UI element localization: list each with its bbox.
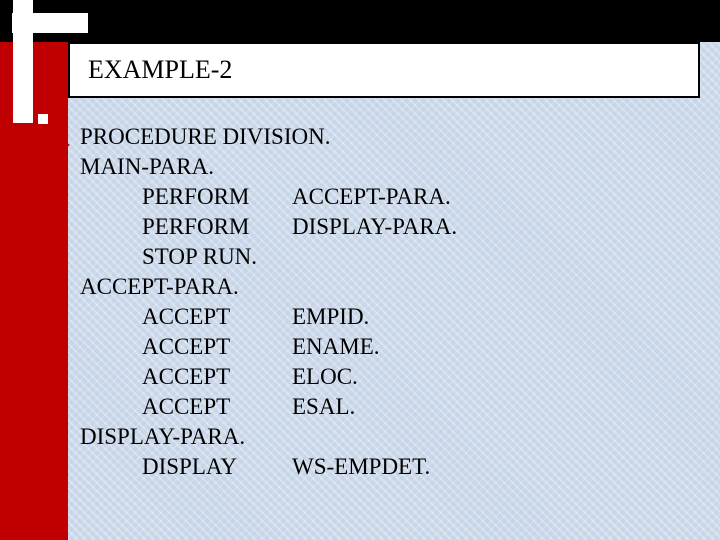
code-line: MAIN-PARA.	[80, 152, 214, 182]
code-arg: DISPLAY-PARA.	[292, 212, 457, 242]
code-arg: ACCEPT-PARA.	[292, 182, 451, 212]
code-arg: ESAL.	[292, 392, 355, 422]
code-arg: EMPID.	[292, 302, 369, 332]
code-keyword: ACCEPT	[142, 362, 292, 392]
code-keyword: ACCEPT	[142, 392, 292, 422]
title-text: EXAMPLE-2	[88, 55, 232, 85]
left-red-bar	[0, 0, 68, 540]
code-keyword: ACCEPT	[142, 302, 292, 332]
code-keyword: PERFORM	[142, 212, 292, 242]
white-stripe-horizontal	[12, 13, 88, 33]
code-line: PROCEDURE DIVISION.	[80, 122, 330, 152]
code-arg: WS-EMPDET.	[292, 452, 430, 482]
code-line: ACCEPT-PARA.	[80, 272, 239, 302]
code-keyword: ACCEPT	[142, 332, 292, 362]
top-black-bar	[0, 0, 720, 42]
code-keyword: STOP RUN.	[142, 242, 292, 272]
sub-bullet-arrow-icon	[44, 136, 70, 150]
code-keyword: PERFORM	[142, 182, 292, 212]
code-block: PROCEDURE DIVISION. MAIN-PARA. PERFORMAC…	[80, 122, 700, 482]
code-line: DISPLAY-PARA.	[80, 422, 245, 452]
title-box: EXAMPLE-2	[68, 42, 700, 98]
code-arg: ENAME.	[292, 332, 380, 362]
code-arg: ELOC.	[292, 362, 358, 392]
slide: EXAMPLE-2 PROCEDURE DIVISION. MAIN-PARA.…	[0, 0, 720, 540]
bullet-square-icon	[36, 112, 50, 126]
code-keyword: DISPLAY	[142, 452, 292, 482]
